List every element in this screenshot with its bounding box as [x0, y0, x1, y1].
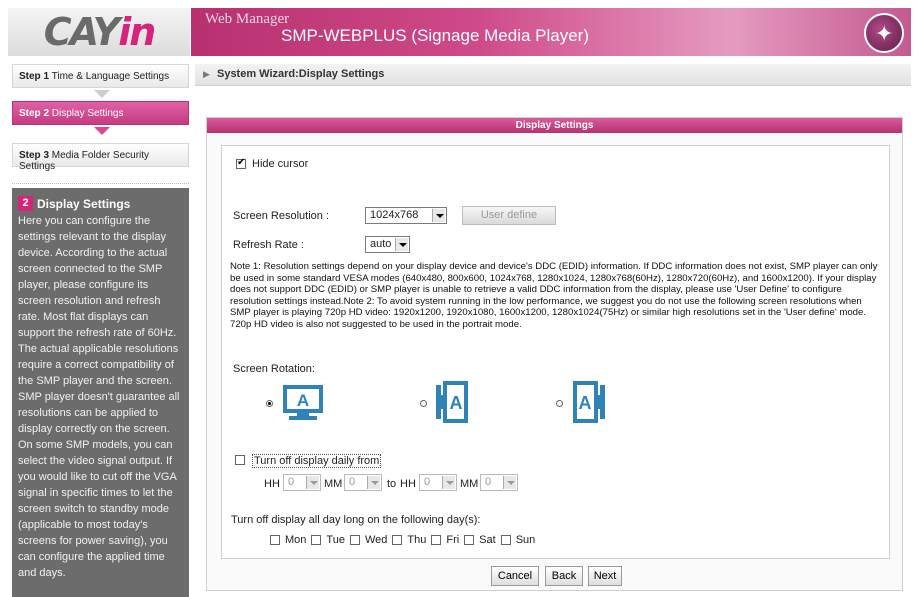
back-button[interactable]: Back — [545, 566, 583, 586]
rotation-portrait-left-radio[interactable] — [420, 400, 427, 407]
turn-off-daily-checkbox[interactable] — [235, 455, 245, 465]
turn-off-daily-label: Turn off display daily from — [252, 454, 382, 468]
screen-resolution-label: Screen Resolution : — [233, 210, 329, 222]
svg-text:A: A — [579, 393, 592, 413]
to-label: to — [387, 478, 397, 490]
to-hour-select[interactable]: 0 — [419, 474, 457, 491]
dropdown-arrow-icon — [395, 238, 408, 251]
breadcrumb: ▶ System Wizard:Display Settings — [195, 64, 911, 86]
step-number-badge: 2 — [18, 196, 33, 211]
day-checkbox-fri[interactable] — [431, 535, 442, 545]
from-hour-select[interactable]: 0 — [283, 474, 321, 491]
sidebar: Step 1 Time & Language Settings Step 2 D… — [8, 56, 190, 597]
from-minute-select[interactable]: 0 — [344, 474, 382, 491]
day-checkbox-tue[interactable] — [311, 535, 322, 545]
triangle-icon: ▶ — [203, 69, 210, 79]
sidebar-step-3[interactable]: Step 3 Media Folder Security Settings — [12, 143, 189, 172]
rotation-portrait-right-radio[interactable] — [556, 400, 563, 407]
screen-resolution-select[interactable]: 1024x768 — [365, 207, 447, 224]
portrait-left-monitor-icon[interactable]: A — [435, 380, 469, 424]
dropdown-arrow-icon — [503, 476, 516, 489]
sidebar-step-2[interactable]: Step 2 Display Settings — [12, 101, 189, 125]
app-title: Web Manager — [205, 11, 290, 27]
globe-icon: ✦ — [864, 13, 904, 53]
turn-off-days-label: Turn off display all day long on the fol… — [231, 514, 481, 526]
cayin-logo: CAYin — [8, 8, 190, 56]
day-checkbox-thu[interactable] — [392, 535, 403, 545]
day-checkbox-sat[interactable] — [464, 535, 475, 545]
help-title: 2 Display Settings — [18, 196, 183, 211]
hide-cursor-label: Hide cursor — [252, 158, 309, 170]
user-define-button[interactable]: User define — [462, 206, 556, 225]
display-settings-panel: Display Settings Hide cursor Screen Reso… — [206, 117, 903, 591]
header-banner: Web Manager SMP-WEBPLUS (Signage Media P… — [191, 8, 911, 56]
hide-cursor-checkbox[interactable] — [236, 157, 246, 169]
resolution-note: Note 1: Resolution settings depend on yo… — [230, 261, 878, 330]
mm-label: MM — [460, 478, 479, 490]
settings-form: Hide cursor Screen Resolution : 1024x768… — [221, 145, 890, 559]
svg-text:A: A — [297, 391, 309, 410]
panel-title: Display Settings — [207, 118, 902, 133]
sidebar-step-1[interactable]: Step 1 Time & Language Settings — [12, 64, 189, 88]
rotation-landscape-radio[interactable] — [266, 400, 273, 407]
help-text: Here you can configure the settings rele… — [18, 215, 180, 579]
help-panel: 2 Display Settings Here you can configur… — [12, 188, 189, 597]
to-minute-select[interactable]: 0 — [480, 474, 518, 491]
device-title: SMP-WEBPLUS (Signage Media Player) — [281, 26, 590, 45]
dropdown-arrow-icon — [306, 476, 319, 489]
svg-text:A: A — [450, 393, 463, 413]
mm-label: MM — [324, 478, 343, 490]
cancel-button[interactable]: Cancel — [491, 566, 539, 586]
day-checkbox-mon[interactable] — [270, 535, 280, 545]
screen-rotation-label: Screen Rotation: — [233, 363, 315, 375]
step-arrow-icon — [94, 127, 110, 135]
step-arrow-icon — [94, 90, 110, 98]
refresh-rate-select[interactable]: auto — [365, 236, 410, 253]
dropdown-arrow-icon — [367, 476, 380, 489]
day-checkbox-sun[interactable] — [500, 535, 511, 545]
next-button[interactable]: Next — [588, 566, 622, 586]
hh-label: HH — [400, 478, 416, 490]
portrait-right-monitor-icon[interactable]: A — [572, 380, 606, 424]
dropdown-arrow-icon — [432, 209, 445, 222]
days-row: Mon Tue Wed Thu Fri Sat Sun — [270, 534, 535, 546]
divider — [12, 183, 189, 184]
dropdown-arrow-icon — [442, 476, 455, 489]
hh-label: HH — [264, 478, 280, 490]
refresh-rate-label: Refresh Rate : — [233, 239, 304, 251]
day-checkbox-wed[interactable] — [349, 535, 360, 545]
landscape-monitor-icon[interactable]: A — [282, 384, 326, 422]
